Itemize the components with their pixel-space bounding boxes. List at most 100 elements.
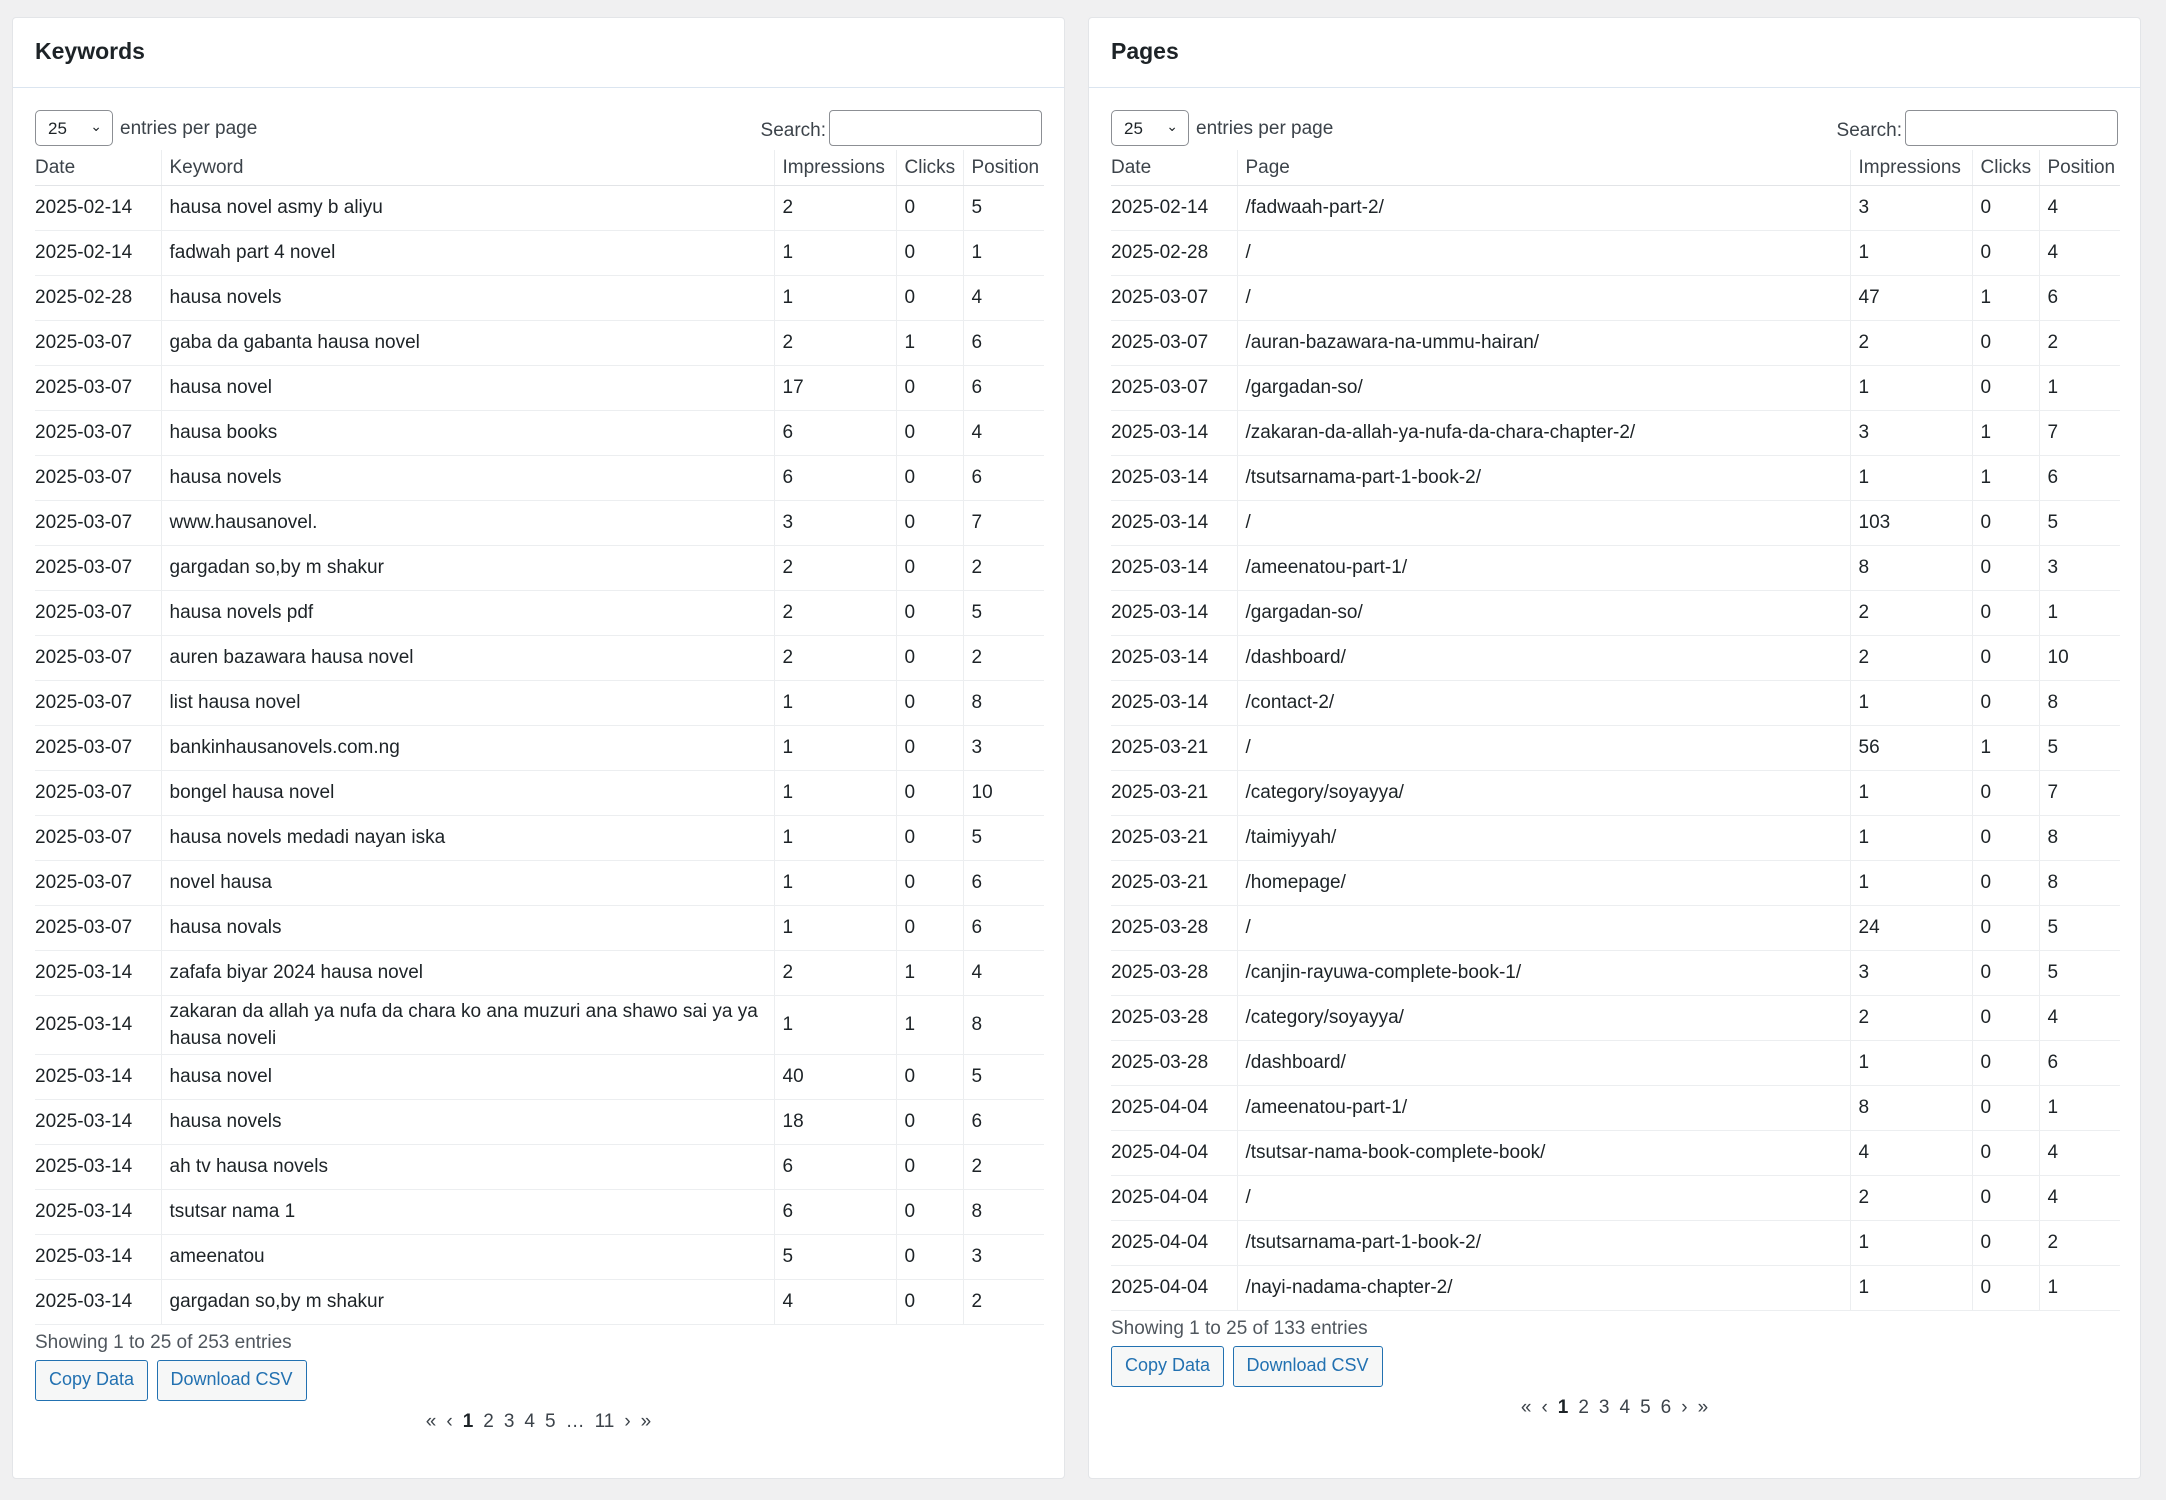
- next-page-icon[interactable]: ›: [624, 1411, 630, 1433]
- cell-impressions: 4: [773, 1279, 896, 1325]
- column-header-clicks[interactable]: Clicks: [1971, 150, 2039, 186]
- column-header-keyword[interactable]: Keyword: [160, 150, 774, 186]
- keywords-copy-data-button[interactable]: Copy Data: [35, 1360, 149, 1401]
- keywords-download-csv-button[interactable]: Download CSV: [156, 1360, 307, 1401]
- cell-text: hausa novels: [160, 455, 774, 501]
- previous-page-icon[interactable]: ‹: [1541, 1397, 1547, 1419]
- cell-text: hausa novals: [160, 905, 774, 951]
- first-page-icon[interactable]: «: [1521, 1397, 1532, 1419]
- table-row: 2025-03-14/gargadan-so/2 0 1: [1111, 590, 2120, 636]
- previous-page-icon[interactable]: ‹: [446, 1411, 452, 1433]
- next-page-icon[interactable]: ›: [1681, 1397, 1687, 1419]
- cell-text: tsutsar nama 1: [160, 1189, 774, 1235]
- cell-clicks: 0: [895, 815, 963, 861]
- page-link-5[interactable]: 5: [545, 1411, 556, 1433]
- cell-date: 2025-03-07: [35, 770, 161, 816]
- cell-position: 8: [962, 1189, 1044, 1235]
- cell-position: 3: [962, 725, 1044, 771]
- cell-impressions: 18: [773, 1099, 896, 1145]
- page-link-2[interactable]: 2: [1578, 1397, 1589, 1419]
- table-header-row: Date Keyword Impressions Clicks Position: [35, 150, 1044, 186]
- last-page-icon[interactable]: »: [1698, 1397, 1709, 1419]
- keywords-entries-per-page-select[interactable]: 25 ⌄: [35, 110, 113, 146]
- last-page-icon[interactable]: »: [641, 1411, 652, 1433]
- cell-clicks: 0: [1971, 1085, 2039, 1131]
- page-link-5[interactable]: 5: [1640, 1397, 1651, 1419]
- cell-impressions: 6: [773, 455, 896, 501]
- cell-text: gargadan so,by m shakur: [160, 545, 774, 591]
- column-header-position[interactable]: Position: [962, 150, 1044, 186]
- cell-date: 2025-03-07: [35, 545, 161, 591]
- cell-clicks: 1: [895, 320, 963, 366]
- cell-text: /taimiyyah/: [1236, 815, 1850, 861]
- cell-text: /: [1236, 500, 1850, 546]
- column-header-page[interactable]: Page: [1236, 150, 1850, 186]
- page-link-6[interactable]: 6: [1661, 1397, 1672, 1419]
- table-row: 2025-03-14 hausa novels 18 0 6: [35, 1099, 1044, 1145]
- cell-date: 2025-03-07: [35, 725, 161, 771]
- cell-date: 2025-03-21: [1111, 860, 1237, 906]
- column-header-clicks[interactable]: Clicks: [895, 150, 963, 186]
- page-link-3[interactable]: 3: [1599, 1397, 1610, 1419]
- table-row: 2025-03-07 hausa novels medadi nayan iska…: [35, 815, 1044, 861]
- column-header-impressions[interactable]: Impressions: [1849, 150, 1972, 186]
- cell-text: auren bazawara hausa novel: [160, 635, 774, 681]
- keywords-pagination: « ‹ 1 2 3 4 5 … 11 › »: [35, 1411, 1042, 1433]
- pages-panel-header: Pages: [1089, 18, 2140, 88]
- table-row: 2025-03-14/ameenatou-part-1/8 0 3: [1111, 545, 2120, 591]
- cell-position: 6: [962, 320, 1044, 366]
- cell-date: 2025-03-14: [1111, 635, 1237, 681]
- cell-date: 2025-03-28: [1111, 995, 1237, 1041]
- first-page-icon[interactable]: «: [426, 1411, 437, 1433]
- cell-text: /dashboard/: [1236, 1040, 1850, 1086]
- cell-position: 7: [962, 500, 1044, 546]
- cell-impressions: 1: [773, 275, 896, 321]
- cell-impressions: 56: [1849, 725, 1972, 771]
- table-row: 2025-03-07/gargadan-so/1 0 1: [1111, 365, 2120, 411]
- pages-copy-data-button[interactable]: Copy Data: [1111, 1346, 1225, 1387]
- cell-text: hausa novel: [160, 1054, 774, 1100]
- cell-position: 8: [2038, 680, 2120, 726]
- page-link-2[interactable]: 2: [483, 1411, 494, 1433]
- cell-date: 2025-03-07: [35, 680, 161, 726]
- cell-clicks: 0: [1971, 905, 2039, 951]
- page-link-4[interactable]: 4: [524, 1411, 535, 1433]
- cell-clicks: 0: [1971, 320, 2039, 366]
- table-row: 2025-03-07 auren bazawara hausa novel 2 0 2: [35, 635, 1044, 681]
- page-link-11[interactable]: 11: [595, 1411, 615, 1433]
- cell-date: 2025-03-07: [35, 590, 161, 636]
- cell-clicks: 0: [1971, 995, 2039, 1041]
- keywords-search-input[interactable]: [829, 110, 1042, 146]
- cell-position: 5: [962, 815, 1044, 861]
- page-link-4[interactable]: 4: [1620, 1397, 1631, 1419]
- cell-text: /fadwaah-part-2/: [1236, 185, 1850, 231]
- cell-clicks: 0: [895, 1099, 963, 1145]
- keywords-entries-value: 25: [48, 119, 67, 138]
- cell-position: 2: [2038, 320, 2120, 366]
- cell-impressions: 3: [1849, 185, 1972, 231]
- pages-download-csv-button[interactable]: Download CSV: [1232, 1346, 1383, 1387]
- cell-text: /tsutsar-nama-book-complete-book/: [1236, 1130, 1850, 1176]
- page-link-1[interactable]: 1: [1558, 1397, 1569, 1419]
- cell-text: bongel hausa novel: [160, 770, 774, 816]
- column-header-date[interactable]: Date: [1111, 150, 1237, 186]
- cell-impressions: 1: [1849, 680, 1972, 726]
- cell-impressions: 1: [773, 725, 896, 771]
- table-row: 2025-02-14 hausa novel asmy b aliyu 2 0 5: [35, 185, 1044, 231]
- pages-entries-per-page-select[interactable]: 25 ⌄: [1111, 110, 1189, 146]
- cell-text: hausa novel asmy b aliyu: [160, 185, 774, 231]
- column-header-position[interactable]: Position: [2038, 150, 2120, 186]
- pages-search-input[interactable]: [1905, 110, 2118, 146]
- cell-text: /ameenatou-part-1/: [1236, 1085, 1850, 1131]
- table-row: 2025-03-14/zakaran-da-allah-ya-nufa-da-c…: [1111, 410, 2120, 456]
- cell-position: 4: [962, 275, 1044, 321]
- cell-date: 2025-04-04: [1111, 1220, 1237, 1266]
- pages-entries-value: 25: [1124, 119, 1143, 138]
- column-header-date[interactable]: Date: [35, 150, 161, 186]
- cell-impressions: 103: [1849, 500, 1972, 546]
- cell-position: 4: [2038, 995, 2120, 1041]
- page-link-1[interactable]: 1: [463, 1411, 474, 1433]
- column-header-impressions[interactable]: Impressions: [773, 150, 896, 186]
- cell-impressions: 2: [773, 950, 896, 996]
- page-link-3[interactable]: 3: [504, 1411, 515, 1433]
